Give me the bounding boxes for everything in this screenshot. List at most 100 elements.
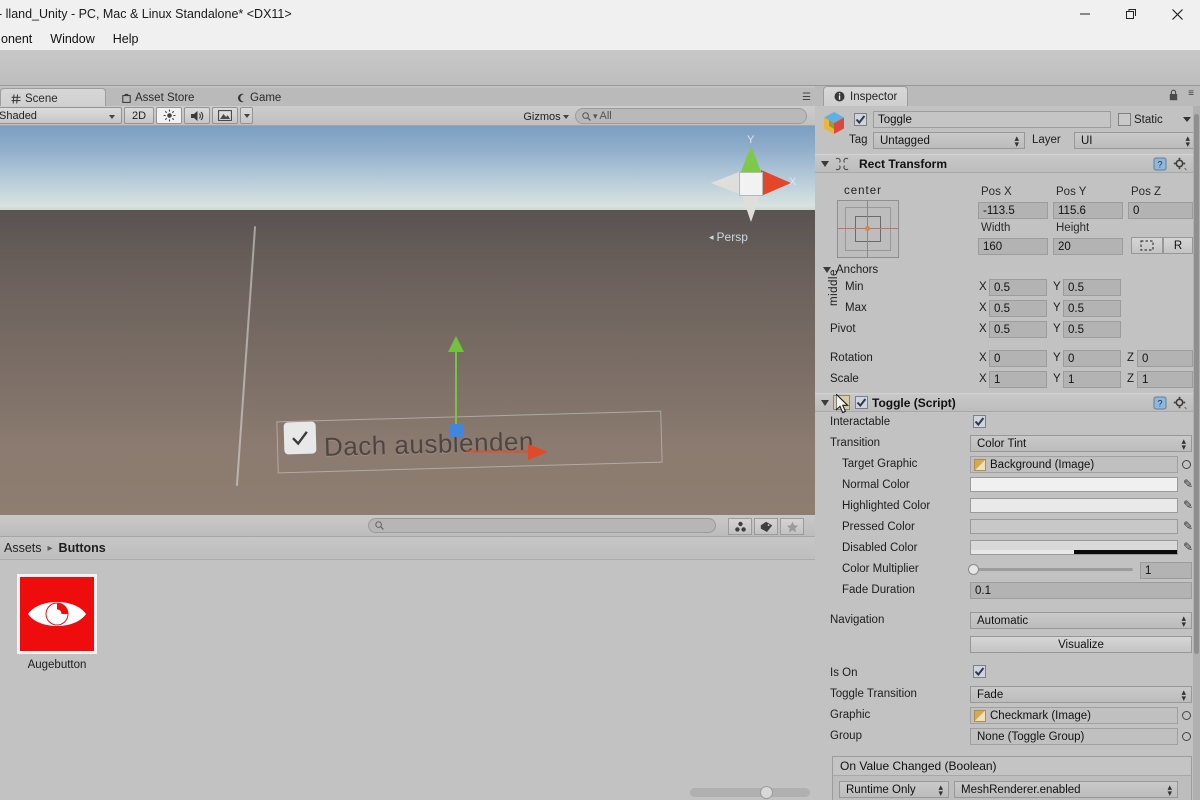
scale-x-input[interactable]: 1	[989, 371, 1047, 388]
project-filter-type-button[interactable]	[728, 518, 752, 535]
move-gizmo-x-head[interactable]	[528, 444, 548, 460]
axis-negative-x-cone[interactable]	[711, 172, 739, 194]
layer-dropdown[interactable]: UI ▴ ▾	[1074, 132, 1193, 149]
interactable-checkbox[interactable]	[973, 415, 986, 428]
anchor-min-y-input[interactable]: 0.5	[1063, 279, 1121, 296]
highlighted-color-field[interactable]	[970, 498, 1178, 513]
scale-z-input[interactable]: 1	[1137, 371, 1193, 388]
breadcrumb-item-assets[interactable]: Assets	[4, 541, 42, 555]
draw-mode-dropdown[interactable]: Shaded	[0, 107, 122, 124]
pos-z-input[interactable]: 0	[1128, 202, 1193, 219]
pivot-y-input[interactable]: 0.5	[1063, 321, 1121, 338]
group-picker-icon[interactable]	[1182, 732, 1191, 741]
toggle-script-help-button[interactable]: ?	[1153, 396, 1167, 413]
project-horizontal-scrollbar[interactable]	[690, 786, 810, 799]
anchors-foldout-icon[interactable]	[823, 267, 831, 273]
project-zoom-slider-knob[interactable]	[760, 786, 773, 799]
tag-dropdown[interactable]: Untagged ▴ ▾	[873, 132, 1025, 149]
move-gizmo-center[interactable]	[450, 424, 463, 437]
normal-color-field[interactable]	[970, 477, 1178, 492]
toggle-script-settings-button[interactable]	[1173, 396, 1187, 413]
scene-toggle-checkbox[interactable]	[283, 421, 317, 455]
pressed-color-field[interactable]	[970, 519, 1178, 534]
tab-inspector[interactable]: Inspector	[823, 86, 909, 106]
scene-effects-dropdown[interactable]	[240, 107, 253, 124]
scene-audio-button[interactable]	[184, 107, 210, 124]
project-favorites-button[interactable]	[780, 518, 804, 535]
inspector-lock-button[interactable]	[1169, 89, 1178, 104]
visualize-button[interactable]: Visualize	[970, 636, 1192, 653]
inspector-scrollbar-thumb[interactable]	[1194, 114, 1199, 654]
width-input[interactable]: 160	[978, 238, 1048, 255]
group-object-field[interactable]: None (Toggle Group)	[970, 728, 1178, 745]
toggle-2d-button[interactable]: 2D	[124, 107, 154, 124]
project-filter-label-button[interactable]	[754, 518, 778, 535]
axis-negative-y-cone[interactable]	[742, 196, 760, 222]
tab-asset-store[interactable]: Asset Store	[112, 88, 204, 108]
rect-transform-settings-button[interactable]	[1173, 157, 1187, 174]
fade-duration-input[interactable]: 0.1	[970, 582, 1192, 599]
blueprint-mode-button[interactable]	[1131, 237, 1163, 254]
scene-axis-gizmo[interactable]: Y X ◂ Persp	[701, 134, 801, 244]
rotation-x-input[interactable]: 0	[989, 350, 1047, 367]
tab-game[interactable]: Game	[226, 88, 291, 108]
pivot-x-input[interactable]: 0.5	[989, 321, 1047, 338]
scene-lighting-button[interactable]	[156, 107, 182, 124]
pos-x-input[interactable]: -113.5	[978, 202, 1048, 219]
rotation-z-input[interactable]: 0	[1137, 350, 1193, 367]
color-multiplier-slider[interactable]	[973, 568, 1133, 571]
is-on-checkbox[interactable]	[973, 665, 986, 678]
menu-item-component[interactable]: onent	[0, 30, 41, 48]
highlighted-color-eyedropper-icon[interactable]: ✎	[1183, 498, 1193, 512]
inspector-scrollbar[interactable]	[1193, 106, 1200, 800]
asset-thumbnail[interactable]	[17, 574, 97, 654]
scene-viewport[interactable]: Dach ausblenden Y X ◂ Persp	[0, 126, 815, 515]
height-input[interactable]: 20	[1053, 238, 1123, 255]
disabled-color-eyedropper-icon[interactable]: ✎	[1183, 540, 1193, 554]
move-gizmo-x-axis[interactable]	[466, 450, 528, 453]
disabled-color-field[interactable]	[970, 540, 1178, 555]
anchor-max-x-input[interactable]: 0.5	[989, 300, 1047, 317]
event-function-dropdown[interactable]: MeshRenderer.enabled ▴ ▾	[954, 781, 1178, 798]
projection-mode-label-wrap[interactable]: ◂ Persp	[709, 230, 748, 244]
normal-color-eyedropper-icon[interactable]: ✎	[1183, 477, 1193, 491]
scene-search-input[interactable]: ▾ All	[575, 108, 807, 124]
menu-item-window[interactable]: Window	[41, 30, 103, 48]
axis-x-cone[interactable]	[761, 170, 791, 196]
anchors-foldout[interactable]: Anchors	[823, 261, 878, 279]
graphic-object-field[interactable]: Checkmark (Image)	[970, 707, 1178, 724]
color-multiplier-input[interactable]: 1	[1140, 562, 1192, 579]
toggle-transition-dropdown[interactable]: Fade ▴ ▾	[970, 686, 1192, 703]
scene-effects-button[interactable]	[212, 107, 238, 124]
tab-scene[interactable]: Scene	[0, 88, 106, 108]
toggle-script-enabled-checkbox[interactable]	[855, 396, 868, 409]
anchor-preset-widget[interactable]	[837, 200, 899, 258]
breadcrumb-item-buttons[interactable]: Buttons	[59, 541, 106, 555]
restore-button[interactable]	[1108, 0, 1154, 28]
asset-item-augebutton[interactable]: Augebutton	[14, 574, 100, 671]
rect-transform-help-button[interactable]: ?	[1153, 157, 1167, 174]
scene-tab-menu-icon[interactable]: ☰	[802, 92, 811, 103]
raw-edit-button[interactable]: R	[1163, 237, 1193, 254]
static-dropdown-icon[interactable]	[1183, 117, 1191, 122]
target-graphic-picker-icon[interactable]	[1182, 460, 1191, 469]
axis-center-cube[interactable]	[739, 172, 763, 196]
scale-y-input[interactable]: 1	[1063, 371, 1121, 388]
move-gizmo-y-axis[interactable]	[455, 341, 457, 436]
toggle-script-header[interactable]: Toggle (Script) ?	[815, 393, 1193, 412]
gizmos-dropdown[interactable]: Gizmos	[509, 108, 575, 125]
rotation-y-input[interactable]: 0	[1063, 350, 1121, 367]
gameobject-name-input[interactable]: Toggle	[873, 111, 1111, 128]
static-checkbox[interactable]	[1118, 113, 1131, 126]
toggle-script-foldout-icon[interactable]	[821, 399, 829, 406]
axis-y-cone[interactable]	[740, 146, 762, 174]
move-gizmo-y-head[interactable]	[448, 336, 464, 352]
rect-transform-foldout-icon[interactable]	[821, 160, 829, 167]
event-mode-dropdown[interactable]: Runtime Only ▴ ▾	[839, 781, 949, 798]
navigation-dropdown[interactable]: Automatic ▴ ▾	[970, 612, 1192, 629]
inspector-menu-button[interactable]: ≡	[1188, 88, 1194, 99]
transition-dropdown[interactable]: Color Tint ▴ ▾	[970, 435, 1192, 452]
anchor-min-x-input[interactable]: 0.5	[989, 279, 1047, 296]
gameobject-enabled-checkbox[interactable]	[854, 113, 867, 126]
pressed-color-eyedropper-icon[interactable]: ✎	[1183, 519, 1193, 533]
